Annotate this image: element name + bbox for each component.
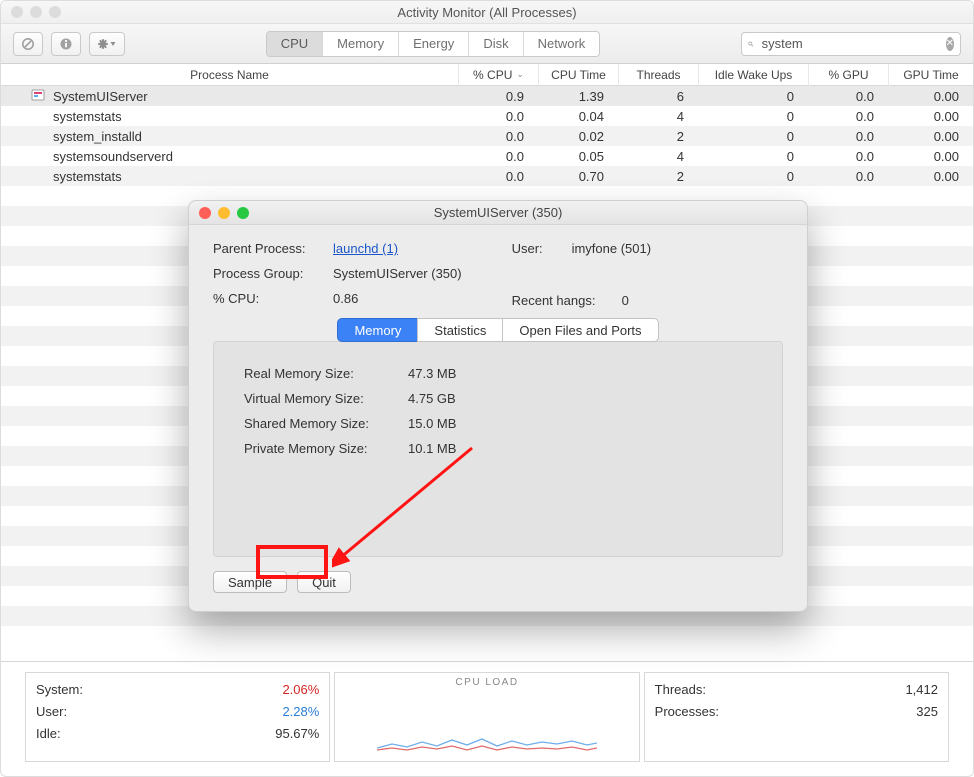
tab-disk[interactable]: Disk	[468, 32, 522, 56]
table-header: Process Name % CPU⌄ CPU Time Threads Idl…	[1, 64, 973, 86]
column-cpu-time[interactable]: CPU Time	[538, 64, 618, 86]
category-tabs: CPU Memory Energy Disk Network	[266, 31, 601, 57]
options-button[interactable]	[89, 32, 125, 56]
table-row[interactable]: systemstats 0.0 0.04 4 0 0.0 0.00	[1, 106, 973, 126]
processes-value: 325	[916, 701, 938, 723]
thread-process-box: Threads:1,412 Processes:325	[644, 672, 949, 762]
column-cpu[interactable]: % CPU⌄	[458, 64, 538, 86]
process-icon	[31, 89, 45, 103]
column-gpu-time[interactable]: GPU Time	[888, 64, 973, 86]
idle-cpu-value: 95.67%	[275, 723, 319, 745]
stop-process-button[interactable]	[13, 32, 43, 56]
clear-search-icon[interactable]: ✕	[946, 37, 954, 51]
window-controls	[1, 6, 61, 18]
search-field[interactable]: ✕	[741, 32, 961, 56]
process-info-dialog: SystemUIServer (350) Parent Process:laun…	[188, 200, 808, 612]
table-row[interactable]: systemstats 0.0 0.70 2 0 0.0 0.00	[1, 166, 973, 186]
dialog-tab-statistics[interactable]: Statistics	[417, 318, 503, 342]
column-threads[interactable]: Threads	[618, 64, 698, 86]
parent-process-link[interactable]: launchd (1)	[333, 241, 398, 256]
threads-value: 1,412	[905, 679, 938, 701]
cpu-percent-box: System:2.06% User:2.28% Idle:95.67%	[25, 672, 330, 762]
quit-button[interactable]: Quit	[297, 571, 351, 593]
table-row[interactable]: SystemUIServer 0.9 1.39 6 0 0.0 0.00	[1, 86, 973, 106]
sample-button[interactable]: Sample	[213, 571, 287, 593]
tab-memory[interactable]: Memory	[322, 32, 398, 56]
dialog-tab-memory[interactable]: Memory	[337, 318, 418, 342]
dialog-title: SystemUIServer (350)	[189, 205, 807, 220]
tab-energy[interactable]: Energy	[398, 32, 468, 56]
cpu-load-graph: CPU LOAD	[334, 672, 639, 762]
table-row[interactable]: system_installd 0.0 0.02 2 0 0.0 0.00	[1, 126, 973, 146]
sort-indicator-icon: ⌄	[516, 69, 524, 80]
search-input[interactable]	[760, 35, 940, 52]
minimize-icon[interactable]	[30, 6, 42, 18]
cpu-summary-panel: System:2.06% User:2.28% Idle:95.67% CPU …	[1, 661, 973, 776]
memory-panel: Real Memory Size:47.3 MB Virtual Memory …	[213, 341, 783, 557]
user-cpu-value: 2.28%	[282, 701, 319, 723]
titlebar: Activity Monitor (All Processes)	[1, 1, 973, 24]
sparkline-icon	[377, 730, 597, 752]
system-cpu-value: 2.06%	[282, 679, 319, 701]
dialog-tab-files[interactable]: Open Files and Ports	[502, 318, 658, 342]
column-idle-wake-ups[interactable]: Idle Wake Ups	[698, 64, 808, 86]
column-gpu[interactable]: % GPU	[808, 64, 888, 86]
toolbar: CPU Memory Energy Disk Network ✕	[1, 24, 973, 64]
tab-network[interactable]: Network	[523, 32, 600, 56]
inspect-process-button[interactable]	[51, 32, 81, 56]
column-process-name[interactable]: Process Name	[1, 64, 458, 86]
search-icon	[748, 38, 754, 50]
table-row[interactable]: systemsoundserverd 0.0 0.05 4 0 0.0 0.00	[1, 146, 973, 166]
window-title: Activity Monitor (All Processes)	[1, 5, 973, 20]
close-icon[interactable]	[11, 6, 23, 18]
tab-cpu[interactable]: CPU	[267, 32, 322, 56]
dialog-tabs: Memory Statistics Open Files and Ports	[213, 318, 783, 342]
zoom-icon[interactable]	[49, 6, 61, 18]
